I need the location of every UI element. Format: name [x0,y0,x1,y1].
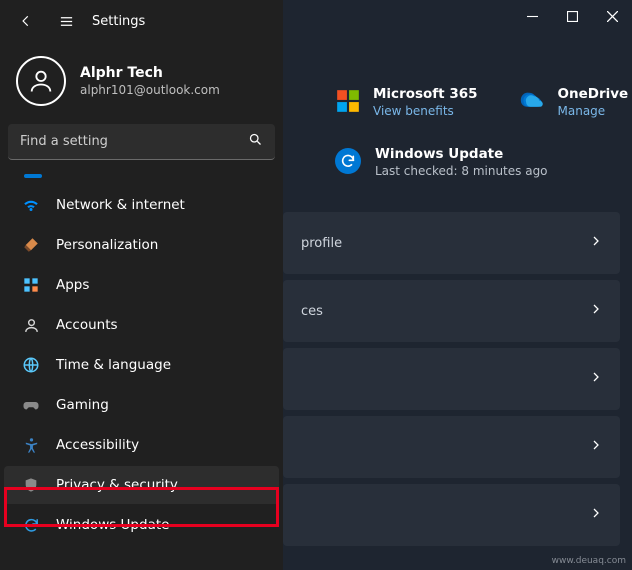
sidebar-item-label: Personalization [56,237,158,253]
settings-card[interactable] [283,484,620,546]
titlebar: Settings [0,0,283,42]
sidebar-item-apps[interactable]: Apps [4,266,279,304]
globe-clock-icon [22,356,40,374]
nav-list: Network & internet Personalization Apps … [0,186,283,556]
accessibility-icon [22,436,40,454]
promo-onedrive[interactable]: OneDrive Manage [520,86,629,118]
chevron-right-icon [590,371,602,387]
sidebar-item-label: Apps [56,277,89,293]
watermark: www.deuaq.com [552,556,626,566]
system-indicator [0,176,283,184]
menu-button[interactable] [48,3,84,39]
sidebar-item-time-language[interactable]: Time & language [4,346,279,384]
user-block[interactable]: Alphr Tech alphr101@outlook.com [0,42,283,124]
content-area: Microsoft 365 View benefits OneDrive Man… [283,0,632,570]
user-name: Alphr Tech [80,65,220,81]
sidebar-item-personalization[interactable]: Personalization [4,226,279,264]
update-sub: Last checked: 8 minutes ago [375,164,548,178]
sidebar-item-privacy-security[interactable]: Privacy & security [4,466,279,504]
update-title: Windows Update [375,146,548,162]
sidebar-item-label: Time & language [56,357,171,373]
person-icon [22,316,40,334]
chevron-right-icon [590,439,602,455]
sidebar-item-label: Network & internet [56,197,185,213]
sidebar: Settings Alphr Tech alphr101@outlook.com… [0,0,283,570]
promo-sub: Manage [558,104,629,118]
sidebar-item-label: Windows Update [56,517,169,533]
sidebar-item-label: Accessibility [56,437,139,453]
gamepad-icon [22,396,40,414]
chevron-right-icon [590,507,602,523]
shield-icon [22,476,40,494]
settings-card[interactable] [283,416,620,478]
user-info: Alphr Tech alphr101@outlook.com [80,65,220,97]
sidebar-item-accounts[interactable]: Accounts [4,306,279,344]
user-email: alphr101@outlook.com [80,83,220,97]
search-placeholder: Find a setting [20,134,108,149]
sidebar-item-accessibility[interactable]: Accessibility [4,426,279,464]
sidebar-item-gaming[interactable]: Gaming [4,386,279,424]
sidebar-item-label: Accounts [56,317,118,333]
window-title: Settings [92,14,145,29]
onedrive-icon [520,88,546,114]
chevron-right-icon [590,235,602,251]
settings-cards: profile ces [283,212,632,546]
settings-card[interactable]: profile [283,212,620,274]
search-input[interactable]: Find a setting [8,124,275,160]
avatar [16,56,66,106]
back-button[interactable] [8,3,44,39]
wifi-icon [22,196,40,214]
microsoft-365-icon [335,88,361,114]
promo-title: Microsoft 365 [373,86,478,102]
sidebar-item-label: Privacy & security [56,477,178,493]
sidebar-item-label: Gaming [56,397,109,413]
card-label: ces [301,304,323,319]
promo-row: Microsoft 365 View benefits OneDrive Man… [283,86,632,118]
settings-card[interactable]: ces [283,280,620,342]
sidebar-item-windows-update[interactable]: Windows Update [4,506,279,544]
apps-icon [22,276,40,294]
search-icon [248,132,263,151]
settings-card[interactable] [283,348,620,410]
promo-m365[interactable]: Microsoft 365 View benefits [335,86,478,118]
promo-title: OneDrive [558,86,629,102]
chevron-right-icon [590,303,602,319]
sidebar-item-network[interactable]: Network & internet [4,186,279,224]
update-block[interactable]: Windows Update Last checked: 8 minutes a… [283,118,632,178]
brush-icon [22,236,40,254]
update-icon [335,148,361,174]
promo-sub: View benefits [373,104,478,118]
sync-icon [22,516,40,534]
card-label: profile [301,236,342,251]
